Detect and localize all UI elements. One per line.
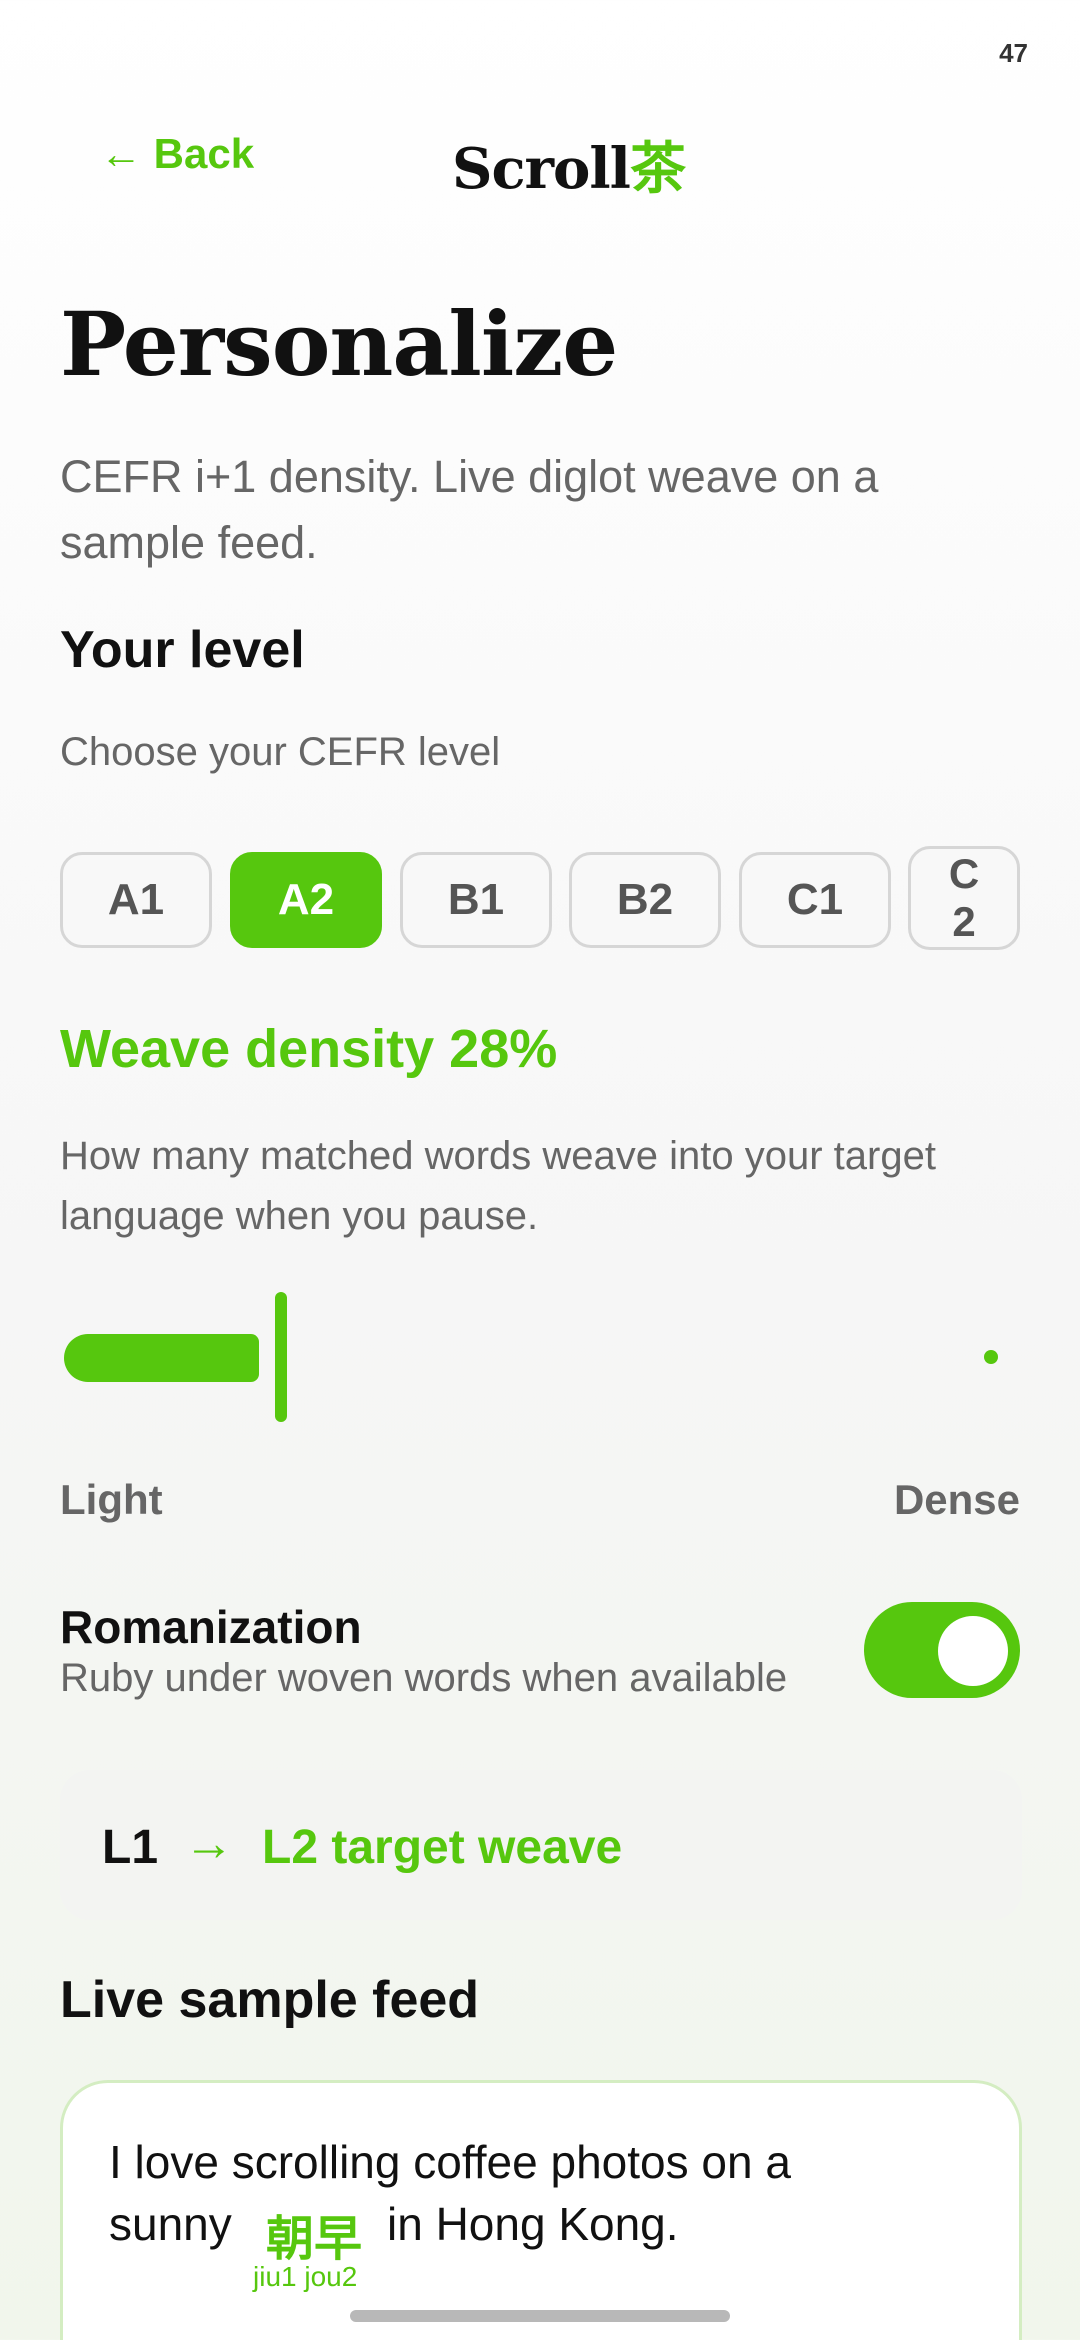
home-indicator[interactable] xyxy=(350,2310,730,2322)
toggle-knob xyxy=(938,1616,1008,1686)
weave-density-heading: Weave density 28% xyxy=(60,1019,558,1079)
brand-name: Scroll xyxy=(452,136,631,202)
woven-word[interactable]: 朝早 xyxy=(266,2199,362,2269)
feed-line-2-start: sunny xyxy=(109,2198,232,2250)
level-option-c1[interactable]: C1 xyxy=(739,852,891,948)
feed-line-2-end: in Hong Kong. xyxy=(387,2198,679,2250)
slider-max-label: Dense xyxy=(893,1476,1020,1523)
feed-line-1: I love scrolling coffee photos on a xyxy=(109,2136,791,2188)
level-option-a2[interactable]: A2 xyxy=(230,852,382,948)
sample-feed-heading: Live sample feed xyxy=(60,1971,480,2029)
level-option-b1[interactable]: B1 xyxy=(400,852,552,948)
sample-feed-card: I love scrolling coffee photos on a sunn… xyxy=(60,2080,1022,2340)
weave-density-slider[interactable] xyxy=(60,1290,1022,1424)
level-option-a1[interactable]: A1 xyxy=(60,852,212,948)
level-option-c2[interactable]: C2 xyxy=(908,846,1020,950)
page-title: Personalize xyxy=(60,292,618,396)
slider-fill xyxy=(64,1334,259,1382)
level-option-b2[interactable]: B2 xyxy=(569,852,721,948)
ruby-romanization: jiu1 jou2 xyxy=(253,2261,358,2292)
weave-l2-label: L2 target weave xyxy=(262,1821,623,1874)
level-prompt: Choose your CEFR level xyxy=(60,730,501,774)
status-time: 47 xyxy=(999,38,1028,68)
arrow-right-icon: → xyxy=(184,1815,234,1871)
romanization-title: Romanization xyxy=(60,1601,362,1653)
romanization-subtitle: Ruby under woven words when available xyxy=(60,1656,788,1700)
romanization-toggle[interactable] xyxy=(864,1602,1020,1698)
top-bar: ← Back Scroll茶 xyxy=(0,120,1080,202)
weave-l1-label: L1 xyxy=(102,1821,159,1874)
slider-min-label: Light xyxy=(60,1476,163,1523)
weave-density-description: How many matched words weave into your t… xyxy=(60,1134,936,1238)
cefr-level-selector: A1 A2 B1 B2 C1 C2 xyxy=(60,846,1022,950)
page-subtitle: CEFR i+1 density. Live diglot weave on a… xyxy=(60,451,879,568)
slider-thumb[interactable] xyxy=(275,1292,287,1422)
brand-accent: 茶 xyxy=(629,136,686,202)
level-heading: Your level xyxy=(60,621,305,679)
weave-direction-card: L1 → L2 target weave xyxy=(60,1770,1022,1920)
back-button[interactable]: ← Back xyxy=(100,130,254,178)
app-logo: Scroll茶 xyxy=(452,124,686,205)
slider-end-dot xyxy=(984,1350,998,1364)
